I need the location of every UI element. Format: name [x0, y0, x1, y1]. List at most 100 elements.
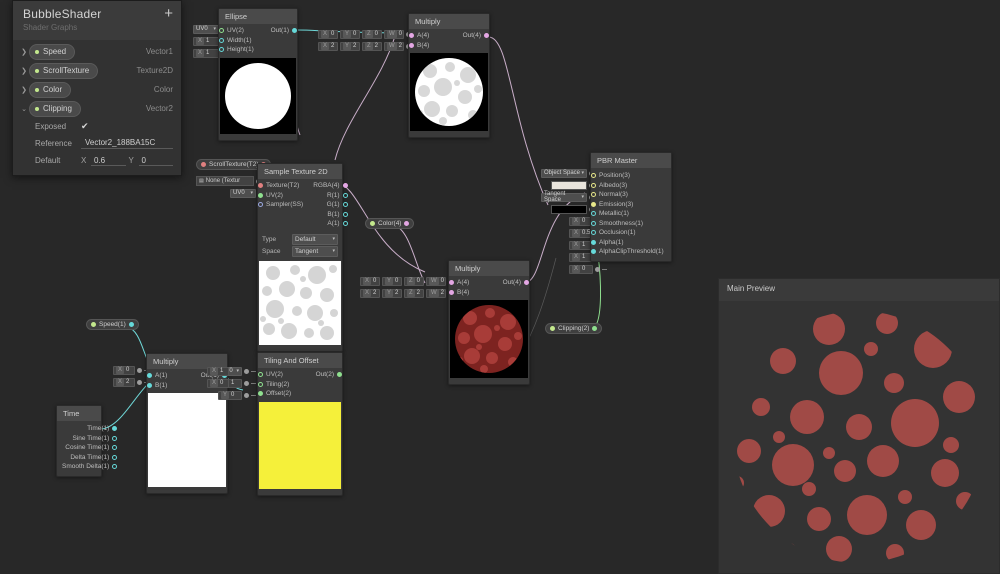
- multiply-bottom-out-x-field[interactable]: X1: [207, 367, 229, 376]
- port-dot-icon[interactable]: [147, 373, 152, 378]
- port-pbr-emission[interactable]: Emission(3): [591, 200, 671, 210]
- port-dot-icon[interactable]: [201, 162, 206, 167]
- port-dot-icon[interactable]: [550, 326, 555, 331]
- node-tiling-and-offset[interactable]: Tiling And Offset UV(2) Tiling(2) Offset…: [257, 352, 343, 496]
- blackboard-property-clipping[interactable]: ⌄ Clipping Vector2: [13, 99, 181, 118]
- port-dot-icon[interactable]: [591, 183, 596, 188]
- port-dot-icon[interactable]: [449, 280, 454, 285]
- port-time-delta[interactable]: Delta Time(1): [57, 453, 117, 463]
- node-sample-texture-2d[interactable]: Sample Texture 2D Texture(T2) UV(2) Samp…: [257, 163, 343, 352]
- port-pbr-alpha[interactable]: Alpha(1): [591, 238, 671, 248]
- chevron-right-icon[interactable]: ❯: [19, 86, 29, 94]
- port-dot-icon[interactable]: [219, 28, 224, 33]
- tiling-offset-offset-field[interactable]: Y0: [218, 391, 242, 400]
- port-dot-icon[interactable]: [404, 221, 409, 226]
- multiply-mid-row-a[interactable]: X0 Y0 Z0 W0: [360, 276, 460, 286]
- blackboard-property-color[interactable]: ❯ Color Color: [13, 80, 181, 99]
- port-dot-icon[interactable]: [409, 43, 414, 48]
- sample-texture-space-row[interactable]: Space Tangent▾: [262, 246, 338, 257]
- pbr-albedo-color-swatch[interactable]: [551, 181, 587, 190]
- main-preview-viewport[interactable]: [719, 301, 999, 573]
- port-dot-icon[interactable]: [591, 173, 596, 178]
- port-dot-icon[interactable]: [343, 183, 348, 188]
- node-pbr-master[interactable]: PBR Master Position(3) Albedo(3) Normal(…: [590, 152, 672, 262]
- port-dot-icon[interactable]: [591, 249, 596, 254]
- port-multiply-bottom-b[interactable]: B(1): [147, 381, 196, 391]
- field-connector-dot[interactable]: [137, 380, 142, 385]
- port-dot-icon[interactable]: [258, 202, 263, 207]
- port-dot-icon[interactable]: [258, 372, 263, 377]
- add-property-button[interactable]: +: [164, 8, 173, 20]
- multiply-mid-row-b[interactable]: X2 Y2 Z2 W2: [360, 288, 460, 298]
- default-x-input[interactable]: 0.6: [91, 156, 126, 166]
- port-dot-icon[interactable]: [591, 221, 596, 226]
- port-pbr-position[interactable]: Position(3): [591, 171, 671, 181]
- sample-texture-uv-select[interactable]: UV0▾: [230, 189, 256, 198]
- port-dot-icon[interactable]: [112, 436, 117, 441]
- node-multiply-top[interactable]: Multiply A(4) B(4) Out(4): [408, 13, 490, 138]
- port-dot-icon[interactable]: [343, 212, 348, 217]
- port-sampletex-texture[interactable]: Texture(T2): [258, 181, 308, 191]
- port-dot-icon[interactable]: [337, 372, 342, 377]
- port-dot-icon[interactable]: [292, 28, 297, 33]
- main-preview-panel[interactable]: Main Preview: [718, 278, 1000, 574]
- port-time-cosine[interactable]: Cosine Time(1): [57, 443, 117, 453]
- port-ellipse-height[interactable]: Height(1): [219, 45, 266, 55]
- port-ellipse-uv[interactable]: UV(2): [219, 26, 266, 36]
- multiply-bottom-out-y-field[interactable]: X0: [207, 379, 229, 388]
- port-dot-icon[interactable]: [591, 202, 596, 207]
- texture-object-field[interactable]: ▤ None (Textur: [196, 176, 254, 186]
- pbr-normal-space-select[interactable]: Tangent Space▾: [541, 193, 587, 202]
- port-sampletex-rgba[interactable]: RGBA(4): [308, 181, 347, 191]
- port-dot-icon[interactable]: [112, 445, 117, 450]
- port-dot-icon[interactable]: [112, 464, 117, 469]
- property-pill-speed[interactable]: Speed: [29, 44, 75, 60]
- port-dot-icon[interactable]: [258, 391, 263, 396]
- port-tiling-offset[interactable]: Offset(2): [258, 389, 311, 399]
- port-sampletex-uv[interactable]: UV(2): [258, 191, 308, 201]
- chevron-right-icon[interactable]: ❯: [19, 67, 29, 75]
- port-dot-icon[interactable]: [219, 38, 224, 43]
- property-node-clipping[interactable]: Clipping(2): [545, 323, 602, 334]
- tiling-offset-offset-field-row[interactable]: Y0: [218, 390, 256, 400]
- multiply-bottom-row-a[interactable]: X0: [113, 365, 149, 375]
- multiply-bottom-out-y-row[interactable]: X0: [207, 378, 229, 388]
- field-connector-dot[interactable]: [244, 393, 249, 398]
- port-ellipse-out[interactable]: Out(1): [266, 26, 297, 36]
- pbr-alphaclip-field[interactable]: X0: [569, 265, 593, 274]
- port-sampletex-b[interactable]: B(1): [308, 210, 347, 220]
- multiply-bottom-row-b[interactable]: X2: [113, 377, 149, 387]
- port-multiply-bottom-a[interactable]: A(1): [147, 371, 196, 381]
- port-sampletex-a[interactable]: A(1): [308, 219, 347, 229]
- chevron-down-icon[interactable]: ⌄: [19, 105, 29, 113]
- port-multiply-mid-a[interactable]: A(4): [449, 278, 498, 288]
- port-tiling-out[interactable]: Out(2): [311, 370, 342, 380]
- property-pill-scrolltexture[interactable]: ScrollTexture: [29, 63, 98, 79]
- port-pbr-alphaclipthreshold[interactable]: AlphaClipThreshold(1): [591, 247, 671, 257]
- port-dot-icon[interactable]: [591, 211, 596, 216]
- field-connector-dot[interactable]: [244, 381, 249, 386]
- port-dot-icon[interactable]: [484, 33, 489, 38]
- pbr-alphaclip-field-row[interactable]: X0: [569, 264, 607, 274]
- sample-texture-type-select[interactable]: Default▾: [292, 234, 338, 245]
- port-pbr-smoothness[interactable]: Smoothness(1): [591, 219, 671, 229]
- port-multiply-mid-b[interactable]: B(4): [449, 288, 498, 298]
- field-connector-dot[interactable]: [137, 368, 142, 373]
- node-ellipse[interactable]: Ellipse UV(2) Width(1) Height(1) Out(1): [218, 8, 298, 141]
- port-multiply-mid-out[interactable]: Out(4): [498, 278, 529, 288]
- port-ellipse-width[interactable]: Width(1): [219, 36, 266, 46]
- port-dot-icon[interactable]: [591, 240, 596, 245]
- port-dot-icon[interactable]: [258, 193, 263, 198]
- port-tiling-uv[interactable]: UV(2): [258, 370, 311, 380]
- property-pill-clipping[interactable]: Clipping: [29, 101, 81, 117]
- node-time[interactable]: Time Time(1) Sine Time(1) Cosine Time(1)…: [56, 405, 102, 477]
- multiply-top-row-b[interactable]: X2 Y2 Z2 W2: [318, 41, 418, 51]
- port-sampletex-g[interactable]: G(1): [308, 200, 347, 210]
- multiply-top-row-a[interactable]: X0 Y0 Z0 W0: [318, 29, 418, 39]
- field-connector-dot[interactable]: [244, 369, 249, 374]
- blackboard-property-speed[interactable]: ❯ Speed Vector1: [13, 42, 181, 61]
- port-dot-icon[interactable]: [343, 193, 348, 198]
- port-dot-icon[interactable]: [449, 290, 454, 295]
- port-pbr-normal[interactable]: Normal(3): [591, 190, 671, 200]
- port-dot-icon[interactable]: [112, 426, 117, 431]
